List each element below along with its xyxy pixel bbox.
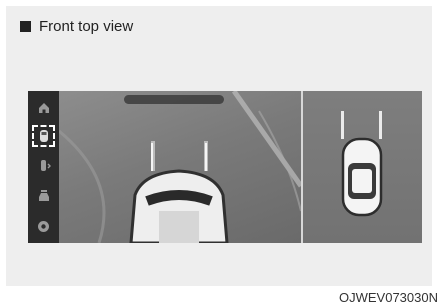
figure-caption: Front top view <box>20 18 133 35</box>
side-view-icon <box>40 160 51 171</box>
square-bullet-icon <box>20 21 31 32</box>
figure-panel: Front top view <box>6 6 432 286</box>
front-view-scene <box>59 91 301 243</box>
home-button[interactable] <box>32 97 55 119</box>
home-icon <box>38 103 49 113</box>
settings-icon <box>38 220 49 232</box>
front-camera-view <box>59 91 301 243</box>
rear-view-button[interactable] <box>32 185 55 207</box>
caution-banner <box>124 95 224 104</box>
camera-display <box>28 91 422 243</box>
view-mode-sidebar <box>28 91 59 243</box>
top-surround-view <box>303 91 422 243</box>
rear-view-icon <box>38 190 49 201</box>
front-top-view-button[interactable] <box>32 125 55 147</box>
front-top-view-icon <box>39 130 48 142</box>
settings-button[interactable] <box>32 215 55 237</box>
figure-code: OJWEV073030N <box>339 290 438 305</box>
caption-title: Front top view <box>39 18 134 35</box>
side-view-button[interactable] <box>32 155 55 177</box>
top-view-scene <box>341 111 383 217</box>
